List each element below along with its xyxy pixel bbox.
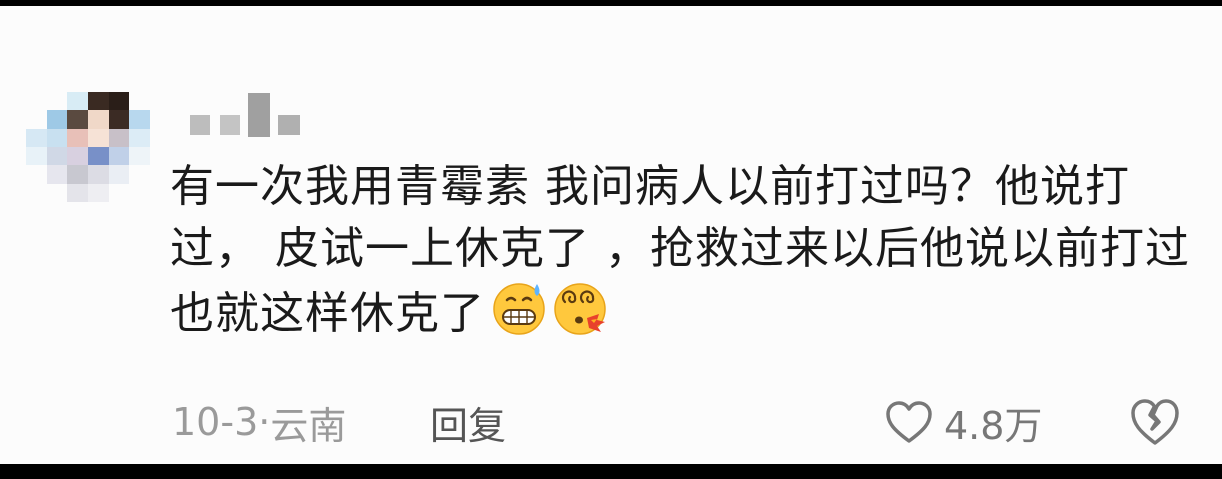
comment-meta: 10-3 · 云南	[172, 394, 346, 450]
avatar[interactable]	[26, 92, 150, 202]
dislike-button[interactable]	[1128, 395, 1182, 449]
avatar-pixel	[129, 110, 150, 129]
broken-heart-icon	[1131, 399, 1179, 445]
avatar-pixel	[26, 128, 47, 147]
avatar-pixel	[129, 147, 150, 166]
reply-button[interactable]: 回复	[430, 394, 506, 450]
avatar-pixel	[108, 183, 130, 202]
avatar-pixel	[46, 183, 68, 202]
avatar-pixel	[26, 110, 47, 129]
avatar-pixel	[87, 110, 109, 129]
username-mosaic-block	[248, 93, 270, 137]
avatar-pixel	[26, 92, 47, 111]
avatar-pixel	[46, 165, 68, 184]
avatar-pixel	[67, 110, 88, 129]
meta-separator: ·	[258, 400, 271, 444]
avatar-pixel	[108, 147, 130, 166]
avatar-pixel	[108, 165, 130, 184]
avatar-pixel	[26, 183, 47, 202]
avatar-pixel	[67, 183, 88, 202]
avatar-pixel	[129, 92, 150, 111]
avatar-pixel	[46, 147, 68, 166]
avatar-pixel	[129, 128, 150, 147]
avatar-pixel	[129, 183, 150, 202]
avatar-pixel	[26, 147, 47, 166]
like-count: 4.8万	[944, 403, 1043, 448]
avatar-pixel	[46, 110, 68, 129]
like-button[interactable]: 4.8万	[884, 394, 1042, 450]
avatar-pixel	[67, 165, 88, 184]
avatar-pixel	[108, 128, 130, 147]
username-obscured[interactable]	[190, 93, 310, 137]
avatar-pixel	[108, 92, 130, 111]
heart-outline-icon	[886, 401, 932, 443]
username-mosaic-block	[190, 115, 210, 135]
avatar-pixel	[87, 128, 109, 147]
avatar-pixel	[67, 92, 88, 111]
avatar-pixel	[67, 147, 88, 166]
avatar-pixel	[46, 128, 68, 147]
comment-card: 有一次我用青霉素 我问病人以前打过吗？他说打过， 皮试一上休克了 ，抢救过来以后…	[0, 6, 1222, 464]
reply-label: 回复	[430, 403, 507, 448]
avatar-pixel	[87, 165, 109, 184]
dizzy-blow-emoji	[554, 283, 606, 335]
avatar-pixel	[87, 183, 109, 202]
comment-text-block: 有一次我用青霉素 我问病人以前打过吗？他说打过， 皮试一上休克了 ，抢救过来以后…	[170, 156, 1200, 345]
avatar-pixel	[108, 110, 130, 129]
avatar-pixel	[46, 92, 68, 111]
grimacing-sweat-emoji	[493, 283, 545, 335]
avatar-pixel	[87, 147, 109, 166]
username-mosaic-block	[220, 115, 240, 135]
avatar-pixel	[87, 92, 109, 111]
avatar-pixel	[67, 128, 88, 147]
avatar-pixel	[26, 165, 47, 184]
comment-location: 云南	[270, 403, 347, 448]
username-mosaic-block	[278, 115, 300, 135]
avatar-pixel	[129, 165, 150, 184]
comment-date: 10-3	[172, 400, 259, 444]
comment-text: 有一次我用青霉素 我问病人以前打过吗？他说打过， 皮试一上休克了 ，抢救过来以后…	[170, 161, 1190, 339]
